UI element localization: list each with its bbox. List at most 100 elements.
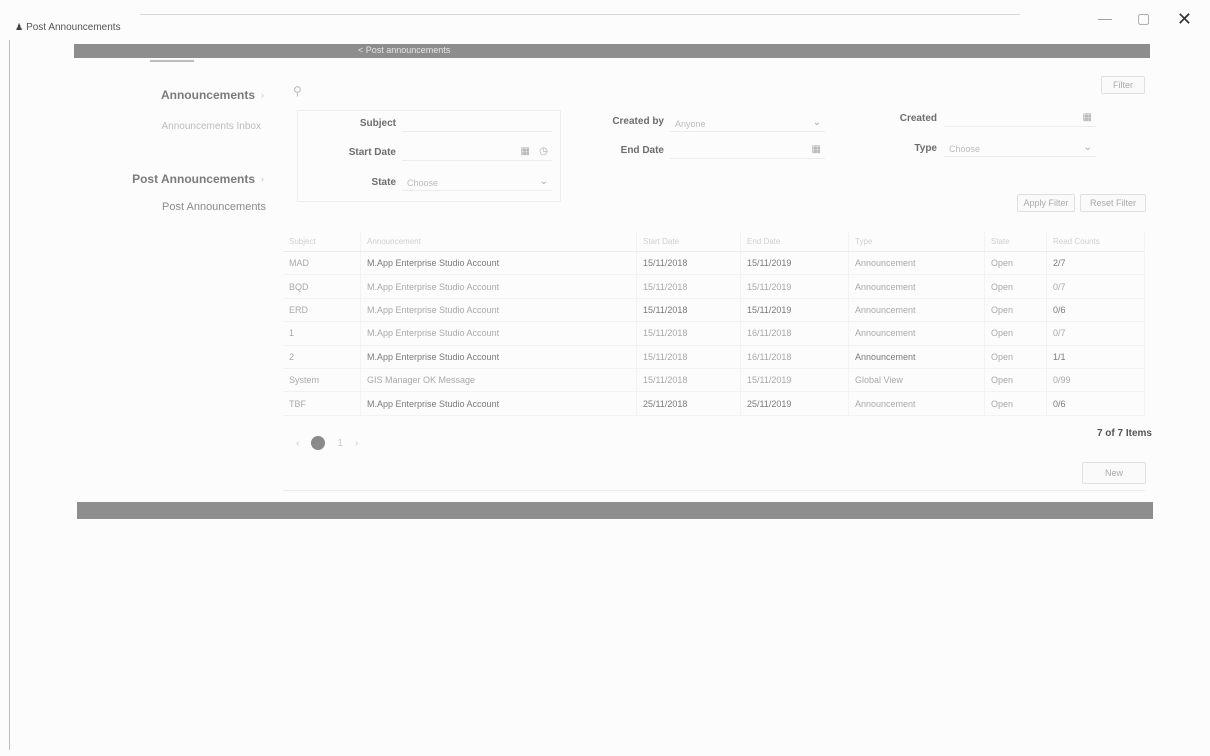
table-cell: BQD xyxy=(283,275,361,298)
start-date-label: Start Date xyxy=(348,147,396,158)
sidebar-heading-post-announcements[interactable]: Post Announcements xyxy=(132,172,255,186)
table-header-row: Subject Announcement Start Date End Date… xyxy=(283,232,1145,252)
type-label: Type xyxy=(914,143,937,154)
table-cell: Announcement xyxy=(849,275,985,298)
table-cell: 1/1 xyxy=(1047,345,1145,368)
table-cell: M.App Enterprise Studio Account xyxy=(361,345,637,368)
sidebar-item-post-announcements[interactable]: Post Announcements xyxy=(162,201,266,213)
type-selected-value: Choose xyxy=(949,143,981,154)
minimize-button[interactable]: — xyxy=(1098,10,1112,26)
maximize-button[interactable]: ▢ xyxy=(1137,10,1150,27)
table-cell: System xyxy=(283,368,361,392)
table-cell: M.App Enterprise Studio Account xyxy=(361,322,637,345)
post-announcements-window: ♟ Post Announcements — ▢ ✕ < Post announ… xyxy=(0,0,1210,756)
table-cell: Open xyxy=(985,345,1047,368)
table-row[interactable]: BQD M.App Enterprise Studio Account 15/1… xyxy=(283,275,1145,299)
table-cell: 15/11/2019 xyxy=(741,298,849,322)
chevron-icon: › xyxy=(261,174,264,184)
table-row[interactable]: MAD M.App Enterprise Studio Account 15/1… xyxy=(283,252,1145,276)
table-cell: Open xyxy=(985,275,1047,298)
table-row[interactable]: 1 M.App Enterprise Studio Account 15/11/… xyxy=(283,322,1145,346)
table-cell: GIS Manager OK Message xyxy=(361,368,637,392)
filter-button[interactable]: Filter xyxy=(1101,76,1145,94)
next-page-button[interactable]: › xyxy=(355,438,358,449)
chevron-down-icon: ⌄ xyxy=(539,176,548,187)
previous-page-button[interactable]: ‹ xyxy=(296,438,299,449)
items-count: 7 of 7 Items xyxy=(1096,428,1152,439)
column-header[interactable]: Type xyxy=(849,232,985,251)
column-header[interactable]: Announcement xyxy=(361,232,637,251)
back-link[interactable]: < Post announcements xyxy=(358,45,450,55)
subject-input[interactable] xyxy=(402,116,552,132)
column-header[interactable]: Subject xyxy=(283,232,361,251)
reset-filters-button[interactable]: Reset Filter xyxy=(1080,194,1146,212)
table-cell: 25/11/2018 xyxy=(637,392,741,415)
column-header[interactable]: Read Counts xyxy=(1047,232,1145,251)
apply-filters-button[interactable]: Apply Filter xyxy=(1017,194,1075,212)
table-cell: 2 xyxy=(283,345,361,368)
table-cell: 15/11/2018 xyxy=(637,275,741,298)
table-cell: 15/11/2018 xyxy=(637,368,741,392)
table-cell: M.App Enterprise Studio Account xyxy=(361,298,637,322)
type-select[interactable]: Choose ⌄ xyxy=(944,141,1096,157)
created-input[interactable]: ▦ xyxy=(944,111,1096,127)
end-date-input[interactable]: ▦ xyxy=(670,143,825,159)
announcements-table: Subject Announcement Start Date End Date… xyxy=(283,232,1145,416)
table-cell: 15/11/2019 xyxy=(741,275,849,298)
table-row[interactable]: TBF M.App Enterprise Studio Account 25/1… xyxy=(283,392,1145,416)
sidebar-heading-announcements[interactable]: Announcements xyxy=(161,88,255,102)
panel-divider xyxy=(283,490,1145,491)
end-date-label: End Date xyxy=(620,145,664,156)
pin-icon[interactable]: ⚲ xyxy=(293,84,302,98)
created-by-select[interactable]: Anyone ⌄ xyxy=(670,116,825,132)
table-row[interactable]: 2 M.App Enterprise Studio Account 15/11/… xyxy=(283,345,1145,369)
table-cell: 15/11/2019 xyxy=(741,252,849,275)
table-cell: Announcement xyxy=(849,345,985,368)
window-title: Post Announcements xyxy=(26,22,121,33)
state-label: State xyxy=(371,177,396,188)
table-cell: 0/99 xyxy=(1047,368,1145,392)
window-top-edge xyxy=(140,14,1020,15)
created-by-selected-value: Anyone xyxy=(675,118,706,129)
calendar-icon[interactable]: ▦ xyxy=(1083,112,1092,123)
table-cell: M.App Enterprise Studio Account xyxy=(361,275,637,298)
footer-bar xyxy=(77,502,1153,519)
table-cell: Open xyxy=(985,252,1047,275)
calendar-icon[interactable]: ▦ xyxy=(812,144,821,155)
state-select[interactable]: Choose ⌄ xyxy=(402,175,552,191)
table-cell: Open xyxy=(985,322,1047,345)
table-cell: MAD xyxy=(283,252,361,275)
table-cell: 0/6 xyxy=(1047,392,1145,415)
clock-icon[interactable]: ◷ xyxy=(539,146,548,157)
table-cell: 0/7 xyxy=(1047,275,1145,298)
table-cell: Open xyxy=(985,392,1047,415)
table-cell: M.App Enterprise Studio Account xyxy=(361,252,637,275)
sidebar-item-announcements-inbox[interactable]: Announcements Inbox xyxy=(161,121,261,132)
start-date-input[interactable]: ▦ ◷ xyxy=(402,145,552,161)
table-cell: 0/7 xyxy=(1047,322,1145,345)
table-cell: TBF xyxy=(283,392,361,415)
table-cell: ERD xyxy=(283,298,361,322)
created-label: Created xyxy=(899,113,937,124)
table-cell: Announcement xyxy=(849,252,985,275)
current-page-indicator[interactable] xyxy=(311,436,326,450)
chevron-icon: › xyxy=(261,90,264,100)
table-row[interactable]: ERD M.App Enterprise Studio Account 15/1… xyxy=(283,298,1145,323)
pagination: ‹ 1 › xyxy=(296,436,358,450)
window-title-bar: ♟ Post Announcements xyxy=(15,22,121,33)
window-left-edge xyxy=(9,40,10,750)
table-cell: 1 xyxy=(283,322,361,345)
table-cell: 16/11/2018 xyxy=(741,345,849,368)
table-row[interactable]: System GIS Manager OK Message 15/11/2018… xyxy=(283,368,1145,393)
state-selected-value: Choose xyxy=(407,177,439,188)
close-button[interactable]: ✕ xyxy=(1177,9,1192,30)
header-bar: < Post announcements xyxy=(74,44,1150,58)
table-cell: Announcement xyxy=(849,298,985,322)
column-header[interactable]: Start Date xyxy=(637,232,741,251)
calendar-icon[interactable]: ▦ xyxy=(521,146,530,157)
chevron-down-icon: ⌄ xyxy=(1083,142,1092,153)
column-header[interactable]: End Date xyxy=(741,232,849,251)
new-announcement-button[interactable]: New xyxy=(1082,462,1146,484)
table-cell: 16/11/2018 xyxy=(741,322,849,345)
column-header[interactable]: State xyxy=(985,232,1047,251)
